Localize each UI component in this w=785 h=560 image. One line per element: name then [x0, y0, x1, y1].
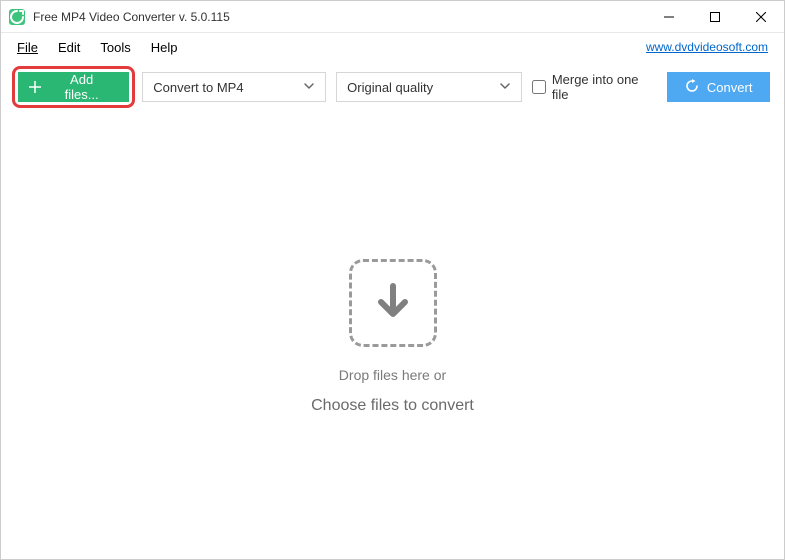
drop-hint-text: Drop files here or [339, 367, 446, 383]
add-files-label: Add files... [52, 72, 111, 102]
format-dropdown[interactable]: Convert to MP4 [142, 72, 326, 102]
drop-target[interactable]: Drop files here or Choose files to conve… [311, 259, 474, 415]
convert-label: Convert [707, 80, 753, 95]
window-title: Free MP4 Video Converter v. 5.0.115 [33, 10, 646, 24]
menu-tools[interactable]: Tools [92, 36, 142, 59]
convert-button[interactable]: Convert [667, 72, 770, 102]
plus-icon [28, 80, 42, 94]
merge-checkbox[interactable] [532, 80, 546, 94]
chevron-down-icon [499, 80, 511, 95]
format-selected-label: Convert to MP4 [153, 80, 243, 95]
add-files-button[interactable]: Add files... [18, 72, 129, 102]
window-controls [646, 1, 784, 33]
refresh-icon [685, 79, 699, 96]
quality-dropdown[interactable]: Original quality [336, 72, 522, 102]
menu-bar: File Edit Tools Help www.dvdvideosoft.co… [1, 33, 784, 61]
title-bar: Free MP4 Video Converter v. 5.0.115 [1, 1, 784, 33]
minimize-button[interactable] [646, 1, 692, 33]
chevron-down-icon [303, 80, 315, 95]
main-area: Drop files here or Choose files to conve… [1, 115, 784, 559]
menu-edit[interactable]: Edit [50, 36, 92, 59]
website-link[interactable]: www.dvdvideosoft.com [646, 40, 776, 54]
toolbar: Add files... Convert to MP4 Original qua… [1, 61, 784, 115]
maximize-button[interactable] [692, 1, 738, 33]
close-button[interactable] [738, 1, 784, 33]
merge-checkbox-group[interactable]: Merge into one file [532, 72, 657, 102]
add-files-highlight: Add files... [12, 66, 135, 108]
drop-zone-box [349, 259, 437, 347]
app-icon [9, 9, 25, 25]
quality-selected-label: Original quality [347, 80, 433, 95]
arrow-down-icon [374, 282, 412, 325]
menu-file[interactable]: File [9, 36, 50, 59]
choose-files-link[interactable]: Choose files to convert [311, 397, 474, 415]
menu-help[interactable]: Help [143, 36, 190, 59]
merge-label: Merge into one file [552, 72, 658, 102]
